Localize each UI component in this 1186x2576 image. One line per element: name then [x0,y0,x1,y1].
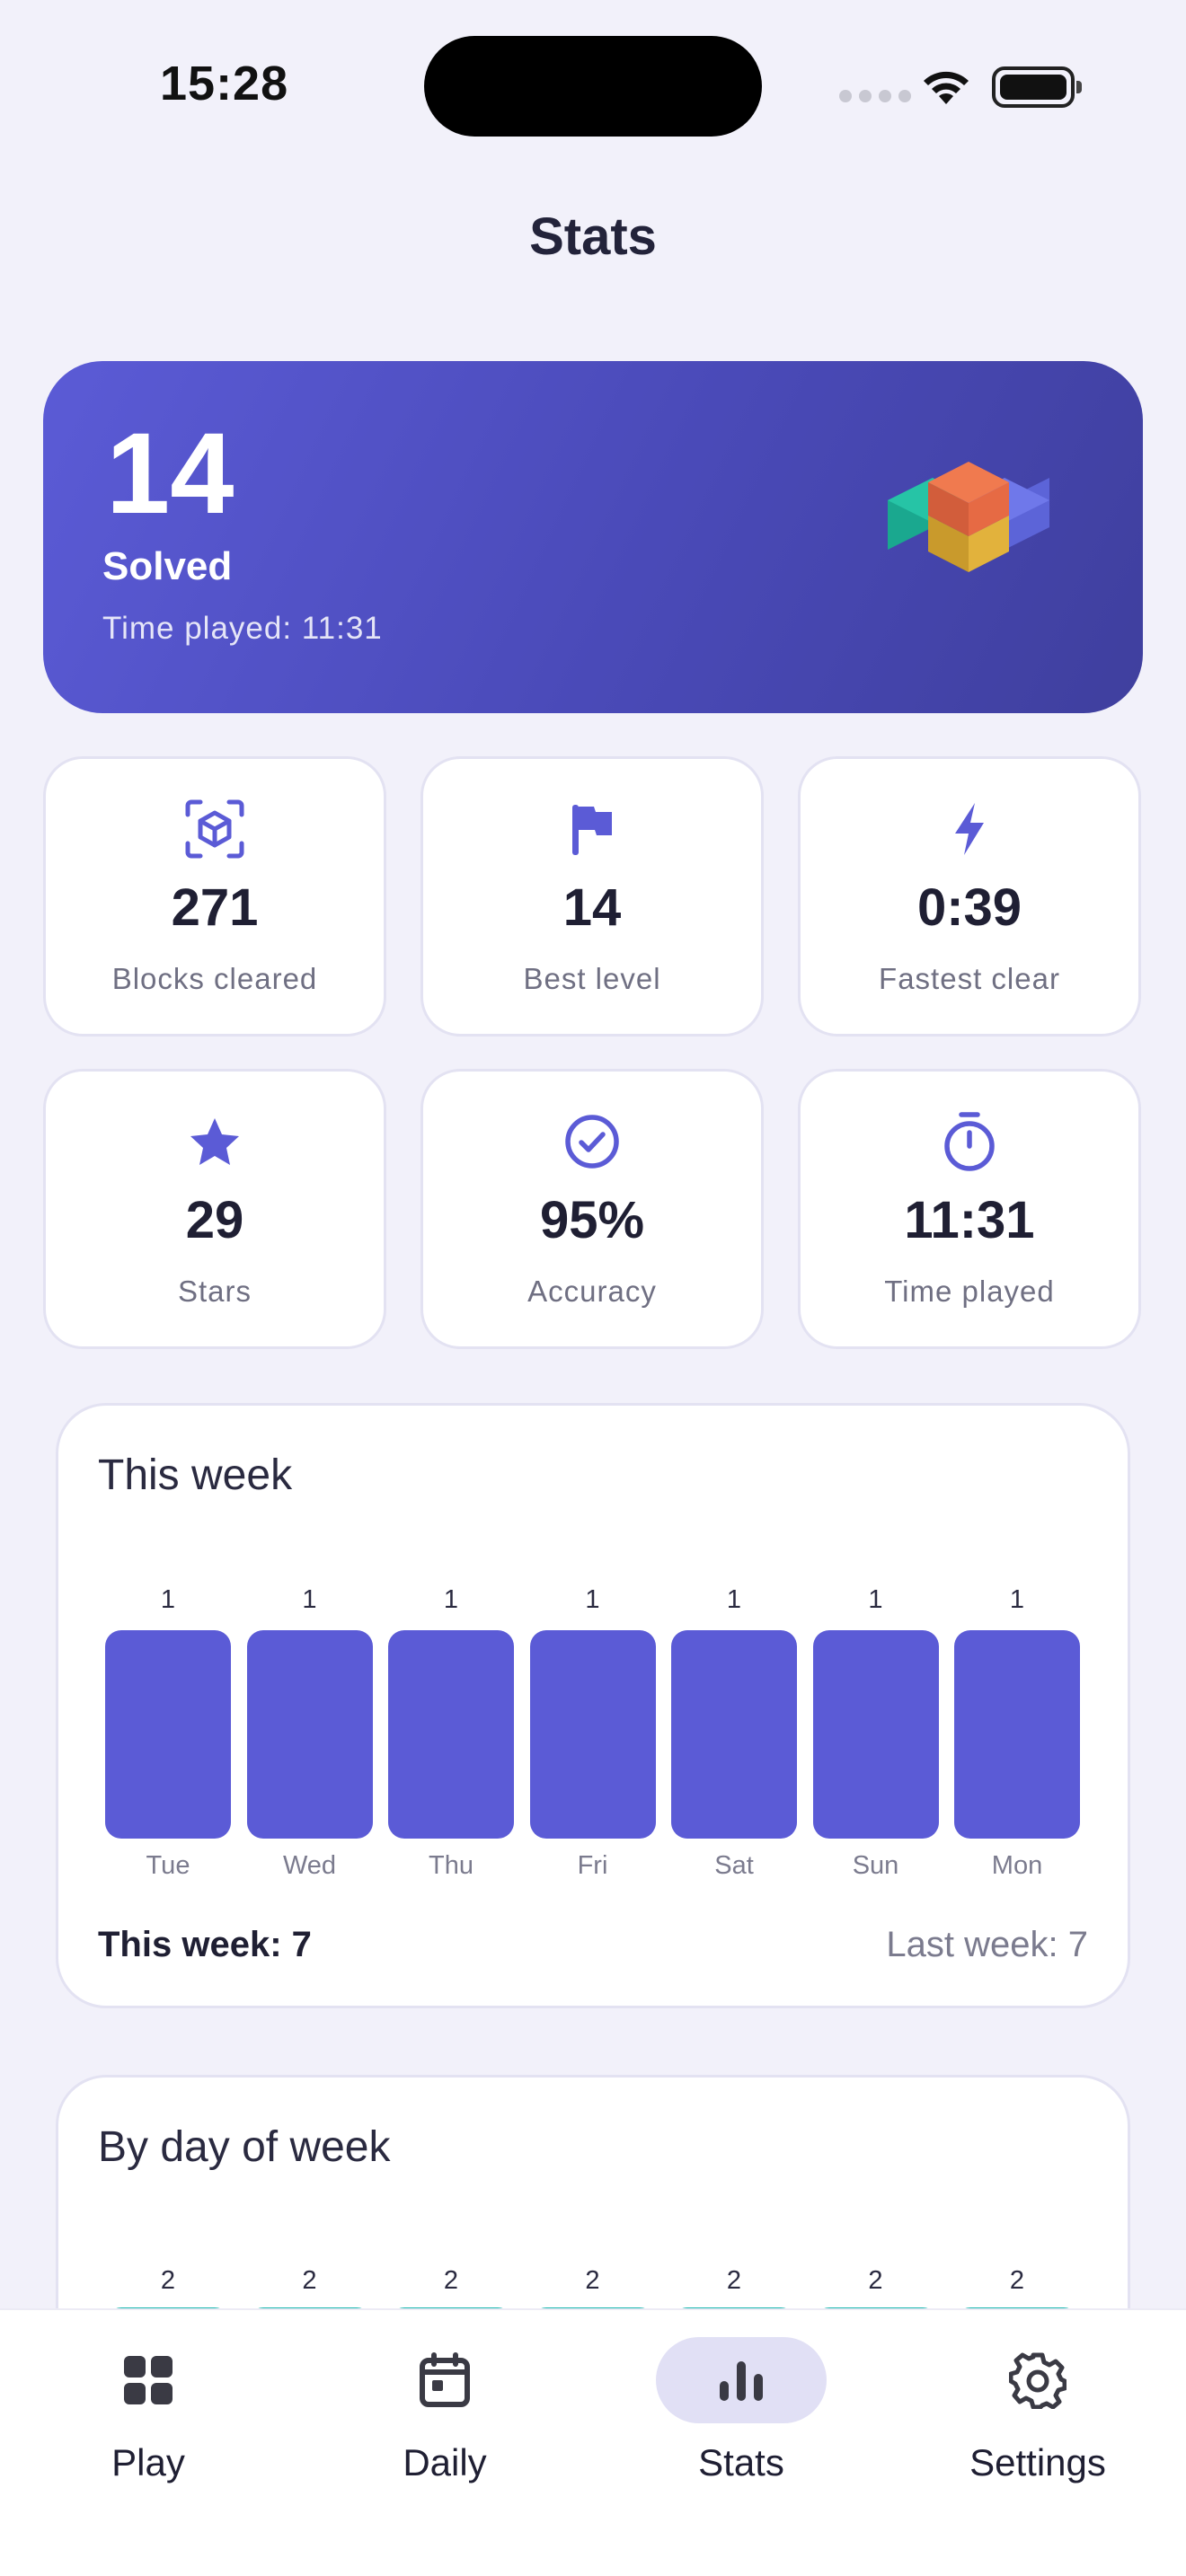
stat-card-best-level: 14 Best level [420,756,764,1037]
bar-day-label: Thu [429,1851,474,1880]
stat-value: 95% [539,1191,645,1249]
this-week-total: This week: 7 [98,1925,312,1964]
bar-day-label: Sat [714,1851,754,1880]
star-icon [190,1118,239,1165]
bar-value-label: 1 [726,1585,742,1614]
bar-fri [529,1630,656,1839]
solved-summary-card: 14 Solved Time played: 11:31 [43,361,1143,713]
bar-day-label: Tue [146,1851,190,1880]
tab-label: Stats [698,2441,784,2483]
gear-icon [1009,2352,1067,2409]
bar-value-label: 1 [443,1585,459,1614]
cube-scan-icon [185,799,244,859]
bar-sun [812,1630,939,1839]
bar-value-label: 2 [585,2266,600,2295]
panel-title: This week [98,1451,293,1499]
bar-value-label: 2 [726,2266,742,2295]
stat-value: 271 [171,878,259,937]
calendar-icon [420,2352,470,2407]
stat-value: 14 [562,878,622,937]
stat-label: Blocks cleared [111,962,318,995]
bar-value-label: 1 [302,1585,317,1614]
stat-card-accuracy: 95% Accuracy [420,1069,764,1349]
stat-label: Time played [884,1275,1055,1308]
bar-value-label: 2 [1009,2266,1025,2295]
bar-chart-icon [720,2361,763,2401]
stat-card-time-played: 11:31 Time played [798,1069,1141,1349]
solved-count: 14 [106,410,235,538]
bar-value-label: 1 [868,1585,883,1614]
bar-value-label: 1 [1009,1585,1025,1614]
tab-label: Settings [969,2441,1106,2483]
stat-card-fastest-clear: 0:39 Fastest clear [798,756,1141,1037]
bar-day-label: Fri [577,1851,608,1880]
bar-day-label: Wed [282,1851,337,1880]
grid-icon [124,2356,173,2404]
tab-daily[interactable]: Daily [296,2310,593,2490]
bar-value-label: 2 [868,2266,883,2295]
stat-value: 0:39 [916,878,1022,937]
stat-label: Best level [523,962,661,995]
status-bar: 15:28 [0,0,1186,180]
stopwatch-icon [944,1112,995,1171]
stat-value: 11:31 [904,1191,1035,1249]
check-circle-icon [565,1115,619,1169]
this-week-panel: This week 1 Tue 1 Wed 1 Thu 1 Fri 1 Sat 1 Sun 1 Mon T… [56,1403,1130,2008]
tab-bar: Play Daily Stats Settings [0,2308,1186,2576]
stat-label: Stars [177,1275,252,1308]
status-time: 15:28 [160,57,289,110]
bar-thu [388,1630,514,1839]
stat-label: Accuracy [527,1275,657,1308]
bar-value-label: 2 [160,2266,176,2295]
flag-icon [572,805,612,855]
stat-card-stars: 29 Stars [43,1069,386,1349]
stat-card-blocks-cleared: 271 Blocks cleared [43,756,386,1037]
last-week-total: Last week: 7 [886,1925,1088,1964]
bar-day-label: Mon [991,1851,1043,1880]
battery-icon [992,66,1082,108]
stat-value: 29 [185,1191,244,1249]
bar-mon [954,1630,1080,1839]
bar-wed [246,1630,373,1839]
cellular-signal-icon [839,90,911,102]
tab-settings[interactable]: Settings [890,2310,1186,2490]
tab-play[interactable]: Play [0,2310,296,2490]
bar-sat [671,1630,797,1839]
solved-label: Solved [102,544,233,588]
panel-title: By day of week [98,2123,391,2171]
time-played-summary: Time played: 11:31 [102,611,383,646]
dynamic-island [424,36,762,137]
tab-stats[interactable]: Stats [593,2310,890,2490]
tab-label: Play [111,2441,185,2483]
blocks-cube-icon [888,462,1049,572]
bar-day-label: Sun [852,1851,899,1880]
lightning-icon [955,803,984,855]
bar-value-label: 1 [160,1585,176,1614]
wifi-icon [924,71,969,104]
tab-label: Daily [403,2441,487,2483]
bar-value-label: 2 [302,2266,317,2295]
page-title: Stats [529,207,657,266]
bar-tue [105,1630,231,1839]
stat-label: Fastest clear [879,962,1060,995]
bar-value-label: 1 [585,1585,600,1614]
bar-value-label: 2 [443,2266,459,2295]
